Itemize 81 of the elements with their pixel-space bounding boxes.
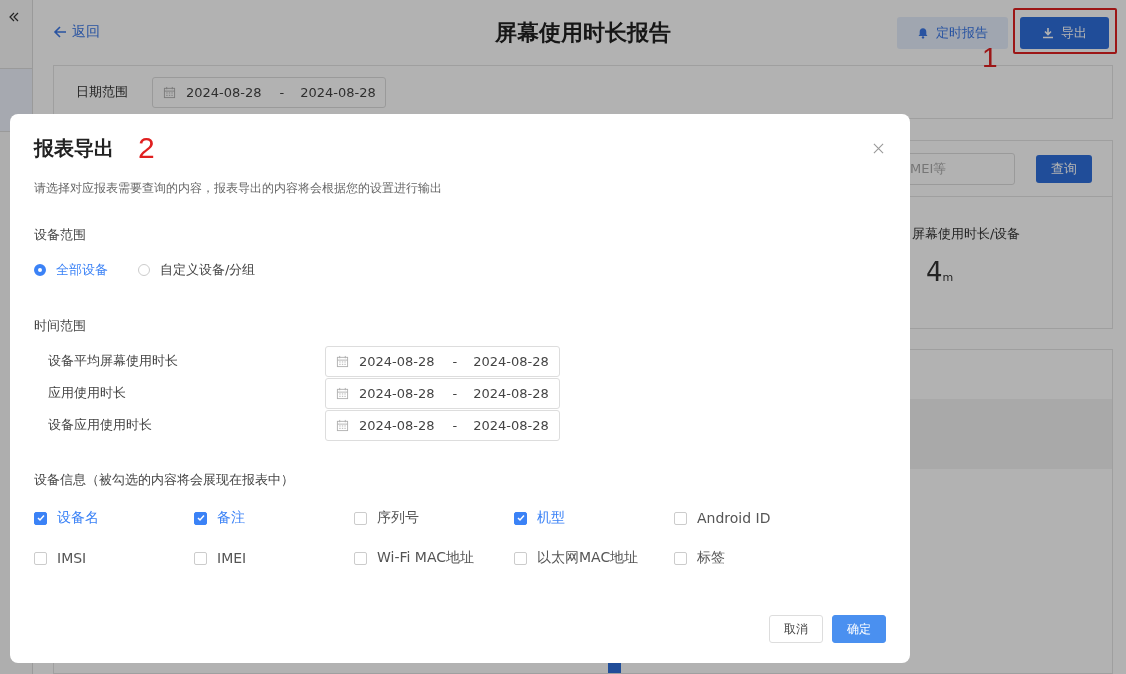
calendar-icon [336, 386, 349, 400]
option-label: IMSI [57, 550, 87, 566]
checkbox-option[interactable]: 标签 [674, 549, 834, 567]
date-separator: - [452, 417, 458, 433]
option-label: IMEI [217, 550, 247, 566]
checkbox[interactable] [34, 551, 47, 565]
checkbox[interactable] [674, 551, 687, 565]
date-range-field[interactable]: 2024-08-28 - 2024-08-28 [152, 76, 386, 108]
date-text: 2024-08-28 [359, 385, 435, 401]
checkbox-option[interactable]: IMSI [34, 549, 194, 567]
section-label: 设备范围 [34, 226, 87, 244]
export-button[interactable]: 导出 [1020, 16, 1109, 49]
bell-icon [917, 26, 929, 39]
checkbox[interactable] [354, 511, 367, 525]
calendar-icon [336, 418, 349, 432]
radio-button[interactable] [34, 264, 46, 276]
dialog-description: 请选择对应报表需要查询的内容，报表导出的内容将会根据您的设置进行输出 [34, 180, 443, 197]
calendar-icon [163, 85, 176, 99]
arrow-left-icon [53, 24, 67, 39]
checkbox-option[interactable]: Android ID [674, 509, 834, 527]
option-label: 以太网MAC地址 [537, 549, 639, 567]
checkmark-icon [195, 513, 206, 523]
radio-option[interactable]: 自定义设备/分组 [138, 261, 256, 279]
checkmark-icon [515, 513, 526, 523]
checkbox[interactable] [34, 511, 47, 525]
option-label: 自定义设备/分组 [160, 261, 256, 279]
query-button[interactable]: 查询 [1036, 154, 1092, 183]
date-text: 2024-08-28 [359, 417, 435, 433]
section-label: 时间范围 [34, 317, 87, 335]
option-label: 设备名 [57, 509, 99, 527]
checkbox[interactable] [514, 511, 527, 525]
field-label: 设备应用使用时长 [47, 416, 153, 434]
option-label: 标签 [697, 549, 725, 567]
checkbox-option[interactable]: 备注 [194, 509, 354, 527]
checkbox[interactable] [194, 551, 207, 565]
annotation-number: 2 [138, 131, 155, 165]
dialog-title: 报表导出 [34, 134, 114, 162]
option-label: Android ID [697, 510, 771, 526]
date-separator: - [279, 84, 285, 100]
search-field[interactable]: MEI等 [907, 152, 1015, 185]
checkbox-option[interactable]: IMEI [194, 549, 354, 567]
option-label: Wi-Fi MAC地址 [377, 549, 475, 567]
checkbox[interactable] [674, 511, 687, 525]
date-separator: - [452, 385, 458, 401]
page-title: 屏幕使用时长报告 [495, 18, 671, 47]
field-label: 设备平均屏幕使用时长 [47, 352, 179, 370]
field-label: 应用使用时长 [47, 384, 127, 402]
back-link[interactable]: 返回 [53, 22, 100, 41]
checkbox[interactable] [514, 551, 527, 565]
checkbox-option[interactable]: 机型 [514, 509, 674, 527]
double-chevron-icon[interactable] [8, 11, 20, 23]
checkbox-option[interactable]: 设备名 [34, 509, 194, 527]
checkbox[interactable] [194, 511, 207, 525]
cancel-button[interactable]: 取消 [769, 615, 823, 643]
date-text: 2024-08-28 [473, 385, 549, 401]
checkbox-option[interactable]: Wi-Fi MAC地址 [354, 549, 514, 567]
option-label: 全部设备 [56, 261, 108, 279]
date-text: 2024-08-28 [473, 353, 549, 369]
stat-label: 屏幕使用时长/设备 [912, 225, 1022, 243]
stat-value: 4 [926, 257, 943, 287]
calendar-icon [336, 354, 349, 368]
date-text: 2024-08-28 [473, 417, 549, 433]
option-label: 机型 [537, 509, 565, 527]
date-range-field[interactable]: 2024-08-28 - 2024-08-28 [325, 345, 560, 377]
field-label: 日期范围 [76, 83, 128, 101]
option-label: 备注 [217, 509, 245, 527]
checkbox-option[interactable]: 以太网MAC地址 [514, 549, 674, 567]
section-label: 设备信息（被勾选的内容将会展现在报表中） [34, 471, 295, 489]
date-separator: - [452, 353, 458, 369]
date-range-field[interactable]: 2024-08-28 - 2024-08-28 [325, 377, 560, 409]
date-range-field[interactable]: 2024-08-28 - 2024-08-28 [325, 409, 560, 441]
radio-option[interactable]: 全部设备 [34, 261, 108, 279]
date-text: 2024-08-28 [300, 84, 376, 100]
checkbox[interactable] [354, 551, 367, 565]
checkmark-icon [35, 513, 46, 523]
stat-unit: m [942, 271, 954, 284]
date-text: 2024-08-28 [186, 84, 262, 100]
option-label: 序列号 [377, 509, 419, 527]
date-text: 2024-08-28 [359, 353, 435, 369]
download-icon [1042, 26, 1054, 39]
checkbox-option[interactable]: 序列号 [354, 509, 514, 527]
